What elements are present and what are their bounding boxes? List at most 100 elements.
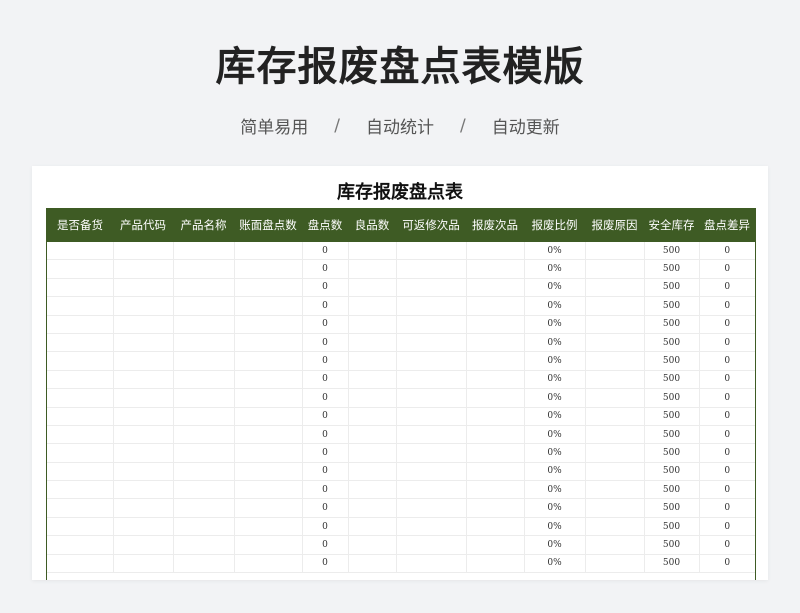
table-cell[interactable]	[234, 259, 303, 279]
table-cell[interactable]	[585, 259, 645, 279]
table-cell[interactable]: 0	[302, 480, 349, 500]
table-cell[interactable]	[113, 462, 174, 482]
table-cell[interactable]	[47, 259, 114, 279]
table-cell[interactable]	[348, 278, 397, 298]
table-cell[interactable]	[173, 498, 235, 518]
table-cell[interactable]	[47, 333, 114, 353]
table-cell[interactable]	[234, 242, 303, 261]
table-cell[interactable]	[348, 535, 397, 555]
table-cell[interactable]	[173, 370, 235, 390]
table-cell[interactable]	[396, 554, 467, 574]
table-cell[interactable]	[396, 333, 467, 353]
table-cell[interactable]: 0%	[524, 259, 586, 279]
table-cell[interactable]	[234, 462, 303, 482]
table-cell[interactable]	[396, 407, 467, 426]
table-cell[interactable]: 0	[699, 278, 755, 298]
table-cell[interactable]	[234, 407, 303, 426]
table-cell[interactable]: 500	[644, 315, 700, 334]
table-cell[interactable]: 0	[699, 407, 755, 426]
table-cell[interactable]: 500	[644, 242, 700, 261]
table-cell[interactable]: 0	[699, 480, 755, 500]
table-cell[interactable]: 0	[699, 554, 755, 574]
table-cell[interactable]	[585, 517, 645, 537]
table-cell[interactable]	[396, 535, 467, 555]
table-cell[interactable]	[173, 425, 235, 445]
table-cell[interactable]: 500	[644, 535, 700, 555]
table-cell[interactable]	[113, 242, 174, 261]
table-cell[interactable]	[466, 370, 525, 390]
table-cell[interactable]	[585, 535, 645, 555]
table-cell[interactable]	[173, 462, 235, 482]
table-cell[interactable]	[173, 242, 235, 261]
table-cell[interactable]	[113, 407, 174, 426]
table-cell[interactable]	[173, 296, 235, 316]
table-cell[interactable]: 500	[644, 517, 700, 537]
table-cell[interactable]	[113, 259, 174, 279]
table-cell[interactable]	[113, 498, 174, 518]
table-cell[interactable]	[466, 462, 525, 482]
table-cell[interactable]	[396, 498, 467, 518]
table-cell[interactable]: 500	[644, 462, 700, 482]
table-cell[interactable]	[466, 242, 525, 261]
table-cell[interactable]: 0	[699, 535, 755, 555]
table-cell[interactable]	[348, 388, 397, 408]
table-cell[interactable]	[234, 315, 303, 334]
table-cell[interactable]: 0	[302, 259, 349, 279]
table-cell[interactable]	[113, 554, 174, 574]
table-cell[interactable]	[234, 278, 303, 298]
table-cell[interactable]	[466, 296, 525, 316]
table-cell[interactable]: 0%	[524, 296, 586, 316]
table-cell[interactable]: 0	[699, 315, 755, 334]
table-cell[interactable]	[396, 278, 467, 298]
table-cell[interactable]	[173, 443, 235, 463]
table-cell[interactable]: 0	[699, 443, 755, 463]
table-cell[interactable]	[173, 259, 235, 279]
table-cell[interactable]	[234, 535, 303, 555]
table-cell[interactable]: 0%	[524, 278, 586, 298]
table-cell[interactable]: 0%	[524, 462, 586, 482]
table-cell[interactable]	[113, 517, 174, 537]
table-cell[interactable]: 0%	[524, 480, 586, 500]
table-cell[interactable]	[348, 554, 397, 574]
table-cell[interactable]: 0	[699, 388, 755, 408]
table-cell[interactable]	[348, 480, 397, 500]
table-cell[interactable]: 500	[644, 480, 700, 500]
table-cell[interactable]: 0%	[524, 370, 586, 390]
table-cell[interactable]	[234, 333, 303, 353]
table-cell[interactable]: 0	[302, 296, 349, 316]
table-cell[interactable]	[348, 351, 397, 371]
table-cell[interactable]	[47, 242, 114, 261]
table-cell[interactable]: 0	[699, 296, 755, 316]
table-cell[interactable]	[47, 407, 114, 426]
table-cell[interactable]: 0	[699, 370, 755, 390]
table-cell[interactable]	[466, 425, 525, 445]
table-cell[interactable]: 0	[302, 351, 349, 371]
table-cell[interactable]: 0%	[524, 498, 586, 518]
table-cell[interactable]	[234, 370, 303, 390]
table-cell[interactable]	[113, 351, 174, 371]
table-cell[interactable]	[113, 278, 174, 298]
table-cell[interactable]	[173, 278, 235, 298]
table-cell[interactable]	[234, 517, 303, 537]
table-cell[interactable]	[585, 351, 645, 371]
table-cell[interactable]	[348, 517, 397, 537]
table-cell[interactable]	[348, 462, 397, 482]
table-cell[interactable]	[348, 333, 397, 353]
table-cell[interactable]: 500	[644, 333, 700, 353]
table-cell[interactable]	[113, 296, 174, 316]
table-cell[interactable]: 0	[302, 388, 349, 408]
table-cell[interactable]	[113, 370, 174, 390]
table-cell[interactable]: 0	[699, 351, 755, 371]
table-cell[interactable]: 500	[644, 407, 700, 426]
table-cell[interactable]: 500	[644, 388, 700, 408]
table-cell[interactable]	[585, 443, 645, 463]
table-cell[interactable]	[396, 259, 467, 279]
table-cell[interactable]	[113, 480, 174, 500]
table-cell[interactable]: 0	[302, 462, 349, 482]
table-cell[interactable]	[234, 296, 303, 316]
table-cell[interactable]	[47, 351, 114, 371]
table-cell[interactable]: 0	[699, 517, 755, 537]
table-cell[interactable]: 0	[699, 498, 755, 518]
table-cell[interactable]	[396, 388, 467, 408]
table-cell[interactable]: 0	[699, 425, 755, 445]
